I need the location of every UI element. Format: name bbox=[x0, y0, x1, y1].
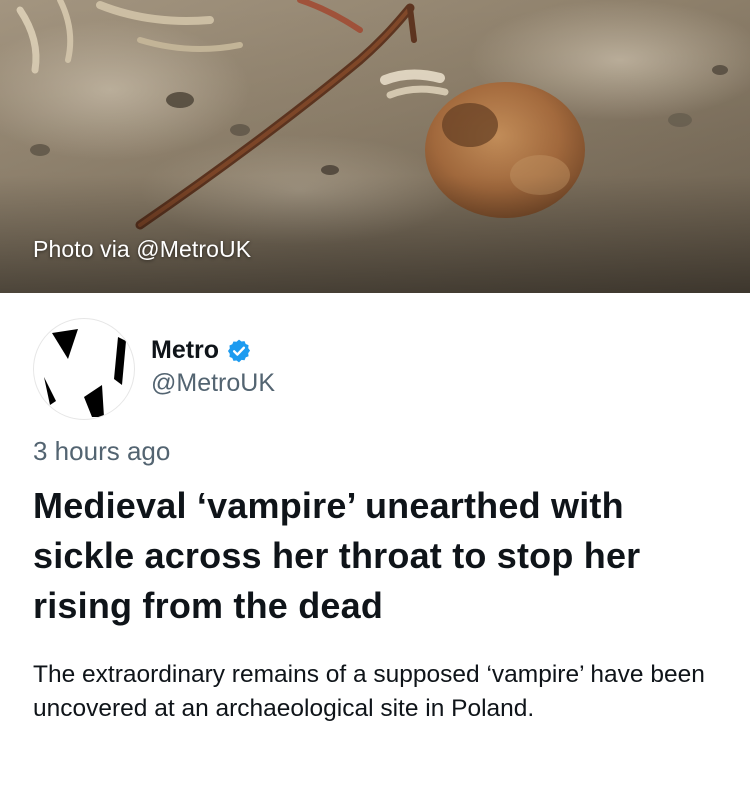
author-names: Metro @MetroUK bbox=[151, 318, 275, 398]
article-description: The extraordinary remains of a supposed … bbox=[33, 661, 705, 722]
author-handle[interactable]: @MetroUK bbox=[151, 369, 275, 398]
timestamp: 3 hours ago bbox=[33, 436, 171, 466]
verified-badge-icon bbox=[228, 339, 251, 362]
author-header: Metro @MetroUK bbox=[33, 318, 275, 420]
article-headline[interactable]: Medieval ‘vampire’ unearthed with sickle… bbox=[33, 481, 723, 631]
news-card[interactable]: Photo via @MetroUK Metro @MetroUK 3 hour… bbox=[0, 0, 750, 787]
metro-logo-icon bbox=[44, 329, 126, 417]
display-name[interactable]: Metro bbox=[151, 336, 219, 365]
avatar[interactable] bbox=[33, 318, 135, 420]
display-name-row: Metro bbox=[151, 336, 275, 365]
article-photo[interactable]: Photo via @MetroUK bbox=[0, 0, 750, 293]
photo-credit: Photo via @MetroUK bbox=[33, 236, 252, 262]
